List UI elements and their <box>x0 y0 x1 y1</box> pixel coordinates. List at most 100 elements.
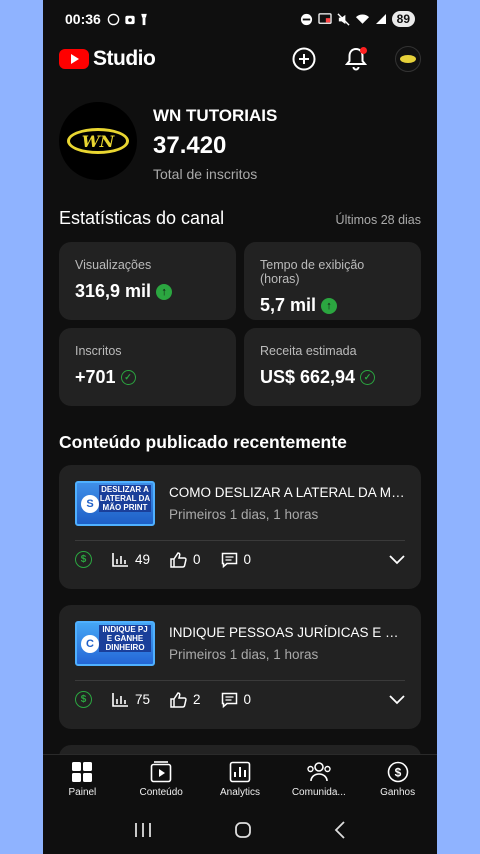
do-not-disturb-icon <box>300 13 312 25</box>
stats-grid: Visualizações 316,9 mil ↑ Tempo de exibiç… <box>59 242 421 406</box>
channel-avatar[interactable]: WN <box>59 102 137 180</box>
views-stat: 75 <box>112 692 150 707</box>
community-icon <box>307 762 331 782</box>
video-title: COMO DESLIZAR A LATERAL DA MÃO PRINT <box>169 485 405 500</box>
notification-badge <box>360 47 367 54</box>
chevron-down-icon[interactable] <box>389 694 405 705</box>
nav-earn[interactable]: $ Ganhos <box>358 755 437 806</box>
stat-label: Tempo de exibição (horas) <box>260 258 365 286</box>
stat-value-row: +701 ✓ <box>75 367 220 388</box>
stats-header: Estatísticas do canal Últimos 28 dias <box>59 208 421 229</box>
nav-label: Painel <box>68 787 97 798</box>
views-count: 75 <box>135 692 151 707</box>
phone-screen: 00:36 89 Studio WN WN TUTORIAIS 37.420 T… <box>43 0 437 854</box>
camera-icon <box>125 15 135 24</box>
comments-stat: 0 <box>221 552 251 568</box>
channel-logo: WN <box>67 128 129 154</box>
video-stats: $ 49 0 0 <box>59 541 421 568</box>
logo-text: Studio <box>93 47 156 70</box>
bottom-navigation: Painel Conteúdo Analytics Comunida... $ … <box>43 754 437 806</box>
avatar-logo-mark <box>400 55 416 63</box>
stats-range: Últimos 28 dias <box>335 213 421 227</box>
stat-card-views[interactable]: Visualizações 316,9 mil ↑ <box>59 242 236 320</box>
comments-count: 0 <box>243 692 252 707</box>
channel-summary: WN WN TUTORIAIS 37.420 Total de inscrito… <box>59 102 421 182</box>
likes-count: 2 <box>193 692 201 707</box>
status-bar: 00:36 89 <box>43 0 437 38</box>
video-thumbnail[interactable]: C INDIQUE PJ E GANHE DINHEIRO <box>75 621 155 666</box>
svg-text:$: $ <box>394 766 401 780</box>
video-card[interactable]: S DESLIZAR A LATERAL DA MÃO PRINT COMO D… <box>59 465 421 589</box>
earn-icon: $ <box>387 761 408 783</box>
video-info: COMO DESLIZAR A LATERAL DA MÃO PRINT Pri… <box>169 481 405 526</box>
battery-level: 89 <box>391 11 415 27</box>
dollar-icon: $ <box>75 551 92 568</box>
comment-icon <box>221 692 237 708</box>
analytics-icon <box>229 761 251 783</box>
stat-card-watch-time[interactable]: Tempo de exibição (horas) 5,7 mil ↑ <box>244 242 421 320</box>
bar-chart-icon <box>112 553 128 567</box>
subscriber-label: Total de inscritos <box>153 166 258 182</box>
nav-label: Comunida... <box>291 787 346 798</box>
system-icons: 89 <box>300 11 415 27</box>
notifications-button[interactable] <box>343 46 369 72</box>
nav-label: Conteúdo <box>139 787 183 798</box>
thumbs-up-icon <box>170 691 187 708</box>
check-circle-icon: ✓ <box>360 370 376 385</box>
nav-content[interactable]: Conteúdo <box>122 755 201 806</box>
stat-label: Visualizações <box>75 258 152 272</box>
comments-stat: 0 <box>221 692 252 708</box>
stat-card-subscribers[interactable]: Inscritos +701 ✓ <box>59 328 236 406</box>
video-subtitle: Primeiros 1 dias, 1 horas <box>169 647 319 662</box>
nav-community[interactable]: Comunida... <box>279 755 358 806</box>
recent-apps-icon[interactable] <box>134 822 152 838</box>
video-card[interactable]: C INDIQUE PJ E GANHE DINHEIRO INDIQUE PE… <box>59 605 421 729</box>
nav-dashboard[interactable]: Painel <box>43 755 122 806</box>
video-card-top: S DESLIZAR A LATERAL DA MÃO PRINT COMO D… <box>59 465 421 526</box>
youtube-play-icon <box>59 49 89 69</box>
video-title: INDIQUE PESSOAS JURÍDICAS E GANHE DINHEI… <box>169 625 405 640</box>
back-icon[interactable] <box>334 821 346 839</box>
plus-circle-icon <box>292 47 316 71</box>
app-header: Studio <box>43 38 437 80</box>
stats-title: Estatísticas do canal <box>59 208 225 228</box>
whatsapp-icon <box>107 13 120 25</box>
stat-value-row: US$ 662,94 ✓ <box>260 367 405 388</box>
views-stat: 49 <box>112 552 150 567</box>
subscriber-count: 37.420 <box>153 132 227 159</box>
stat-value: +701 <box>75 367 116 387</box>
notification-icons <box>107 13 148 26</box>
video-card-top: C INDIQUE PJ E GANHE DINHEIRO INDIQUE PE… <box>59 605 421 666</box>
recent-content-title: Conteúdo publicado recentemente <box>59 432 347 452</box>
video-thumbnail[interactable]: S DESLIZAR A LATERAL DA MÃO PRINT <box>75 481 155 526</box>
stat-value: 5,7 mil <box>260 295 317 315</box>
likes-count: 0 <box>193 552 201 567</box>
nav-label: Ganhos <box>380 787 416 798</box>
content-icon <box>150 761 172 783</box>
stat-value: 316,9 mil <box>75 281 152 301</box>
studio-logo[interactable]: Studio <box>59 47 156 71</box>
cast-icon <box>317 13 332 24</box>
header-actions <box>291 46 421 72</box>
dashboard-icon <box>72 762 93 782</box>
stat-value-row: 316,9 mil ↑ <box>75 281 220 302</box>
status-time: 00:36 <box>65 11 101 27</box>
arrow-up-icon: ↑ <box>156 283 173 300</box>
thumbs-up-icon <box>170 551 187 568</box>
nav-analytics[interactable]: Analytics <box>201 755 280 806</box>
create-button[interactable] <box>291 46 317 72</box>
account-avatar[interactable] <box>395 46 421 72</box>
likes-stat: 2 <box>170 691 201 708</box>
chevron-down-icon[interactable] <box>389 554 405 565</box>
stat-label: Receita estimada <box>260 344 357 358</box>
thumbnail-mark: S <box>81 495 99 513</box>
monetization-status: $ <box>75 691 92 708</box>
views-count: 49 <box>135 552 151 567</box>
stat-label: Inscritos <box>75 344 122 358</box>
stat-card-revenue[interactable]: Receita estimada US$ 662,94 ✓ <box>244 328 421 406</box>
nav-label: Analytics <box>219 787 260 798</box>
mute-icon <box>337 12 350 26</box>
dollar-icon: $ <box>75 691 92 708</box>
thumbnail-text: INDIQUE PJ E GANHE DINHEIRO <box>99 625 151 652</box>
home-icon[interactable] <box>234 821 252 839</box>
